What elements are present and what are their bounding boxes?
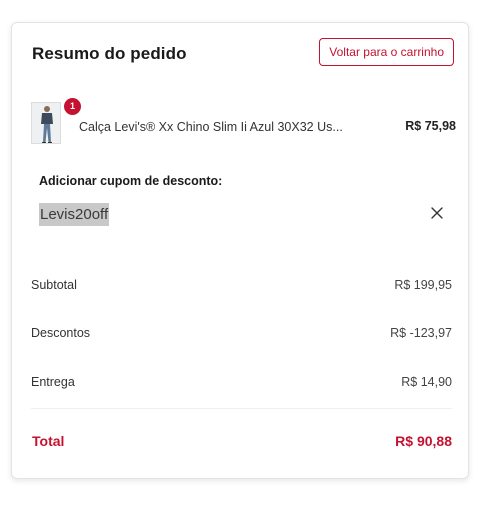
jeans-model-icon — [32, 103, 60, 143]
subtotal-label: Subtotal — [31, 278, 77, 292]
discount-row: Descontos R$ -123,97 — [31, 326, 452, 340]
page-title: Resumo do pedido — [32, 44, 187, 63]
total-row: Total R$ 90,88 — [32, 433, 452, 449]
total-value: R$ 90,88 — [395, 433, 452, 449]
product-price: R$ 75,98 — [405, 119, 456, 133]
back-to-cart-button[interactable]: Voltar para o carrinho — [319, 38, 454, 66]
total-label: Total — [32, 433, 65, 449]
shipping-label: Entrega — [31, 375, 75, 389]
subtotal-row: Subtotal R$ 199,95 — [31, 278, 452, 292]
product-name: Calça Levi's® Xx Chino Slim Ii Azul 30X3… — [79, 120, 343, 134]
remove-coupon-button[interactable] — [429, 205, 445, 221]
divider — [31, 408, 452, 409]
quantity-badge: 1 — [64, 98, 81, 115]
discount-label: Descontos — [31, 326, 91, 340]
shipping-row: Entrega R$ 14,90 — [31, 375, 452, 389]
coupon-code-field[interactable]: Levis20off — [39, 203, 110, 226]
order-item: 1 Calça Levi's® Xx Chino Slim Ii Azul 30… — [31, 98, 456, 146]
close-icon — [431, 207, 443, 219]
order-summary-card: Resumo do pedido Voltar para o carrinho … — [11, 22, 469, 479]
discount-value: R$ -123,97 — [390, 326, 452, 340]
subtotal-value: R$ 199,95 — [394, 278, 452, 292]
coupon-label: Adicionar cupom de desconto: — [39, 174, 223, 188]
product-image[interactable] — [31, 102, 61, 144]
shipping-value: R$ 14,90 — [401, 375, 452, 389]
